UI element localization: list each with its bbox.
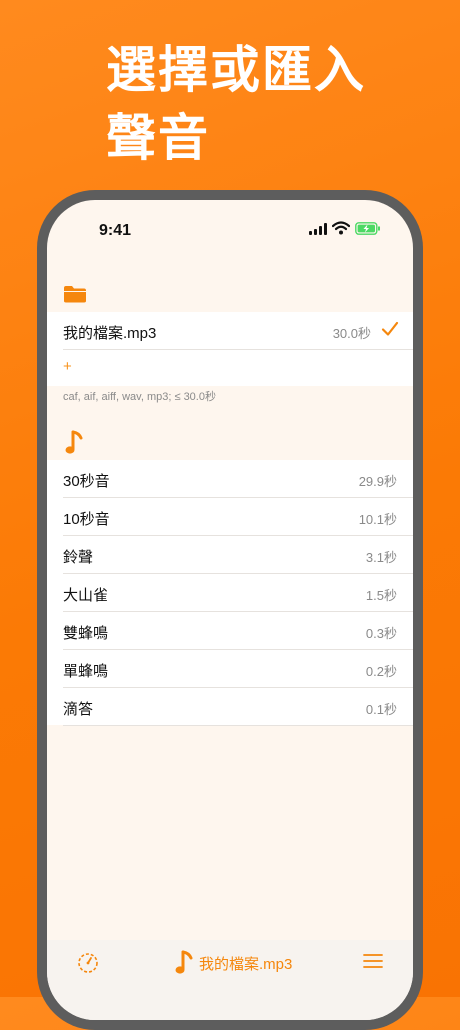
- sound-duration: 0.2秒: [365, 664, 397, 679]
- sound-row[interactable]: 單蜂鳴 0.2秒: [63, 650, 413, 688]
- headline: 選擇或匯入 聲音: [106, 36, 426, 172]
- my-file-row[interactable]: 我的檔案.mp3 30.0秒: [63, 312, 413, 350]
- status-time: 9:41: [99, 222, 132, 239]
- signal-icon: [309, 223, 328, 235]
- sound-name: 大山雀: [63, 587, 109, 604]
- timer-icon[interactable]: [77, 952, 99, 974]
- phone-frame: 9:41 我的檔案.mp3 30.0秒 + caf, aif, aiff, wa…: [37, 190, 423, 1030]
- sound-name: 雙蜂鳴: [63, 625, 109, 642]
- builtin-sounds-list: 30秒音 29.9秒 10秒音 10.1秒 鈴聲 3.1秒 大山雀 1.5秒 雙…: [47, 460, 413, 726]
- sound-name: 滴答: [63, 701, 94, 718]
- sound-duration: 3.1秒: [365, 550, 397, 565]
- music-note-icon: [65, 430, 83, 454]
- checkmark-icon: [381, 321, 399, 336]
- sound-duration: 1.5秒: [365, 588, 397, 603]
- my-files-list: 我的檔案.mp3 30.0秒 +: [47, 312, 413, 386]
- status-bar: 9:41: [47, 200, 413, 250]
- folder-icon: [64, 286, 86, 303]
- sound-row[interactable]: 30秒音 29.9秒: [63, 460, 413, 498]
- sound-duration: 0.3秒: [365, 626, 397, 641]
- add-file-button[interactable]: +: [63, 358, 72, 375]
- sound-row[interactable]: 滴答 0.1秒: [63, 688, 413, 726]
- sound-row[interactable]: 鈴聲 3.1秒: [63, 536, 413, 574]
- file-duration: 30.0秒: [332, 326, 371, 341]
- menu-icon[interactable]: [363, 953, 383, 969]
- headline-line-2: 聲音: [106, 109, 210, 167]
- sound-row[interactable]: 大山雀 1.5秒: [63, 574, 413, 612]
- sound-row[interactable]: 雙蜂鳴 0.3秒: [63, 612, 413, 650]
- current-sound-label: 我的檔案.mp3: [199, 956, 293, 973]
- sound-name: 鈴聲: [63, 549, 94, 566]
- sound-duration: 10.1秒: [358, 512, 397, 527]
- app-screen: 9:41 我的檔案.mp3 30.0秒 + caf, aif, aiff, wa…: [47, 200, 413, 1020]
- wifi-icon: [332, 221, 350, 235]
- sound-name: 單蜂鳴: [63, 663, 109, 680]
- bottom-toolbar: 我的檔案.mp3: [47, 940, 413, 1020]
- battery-icon: [355, 222, 380, 235]
- sound-row[interactable]: 10秒音 10.1秒: [63, 498, 413, 536]
- music-note-icon: [175, 950, 193, 974]
- supported-formats-hint: caf, aif, aiff, wav, mp3; ≤ 30.0秒: [63, 391, 216, 403]
- sound-name: 10秒音: [63, 511, 110, 528]
- headline-line-1: 選擇或匯入: [106, 41, 366, 99]
- sound-duration: 0.1秒: [365, 702, 397, 717]
- file-name: 我的檔案.mp3: [63, 325, 157, 342]
- sound-name: 30秒音: [63, 473, 110, 490]
- sound-duration: 29.9秒: [358, 474, 397, 489]
